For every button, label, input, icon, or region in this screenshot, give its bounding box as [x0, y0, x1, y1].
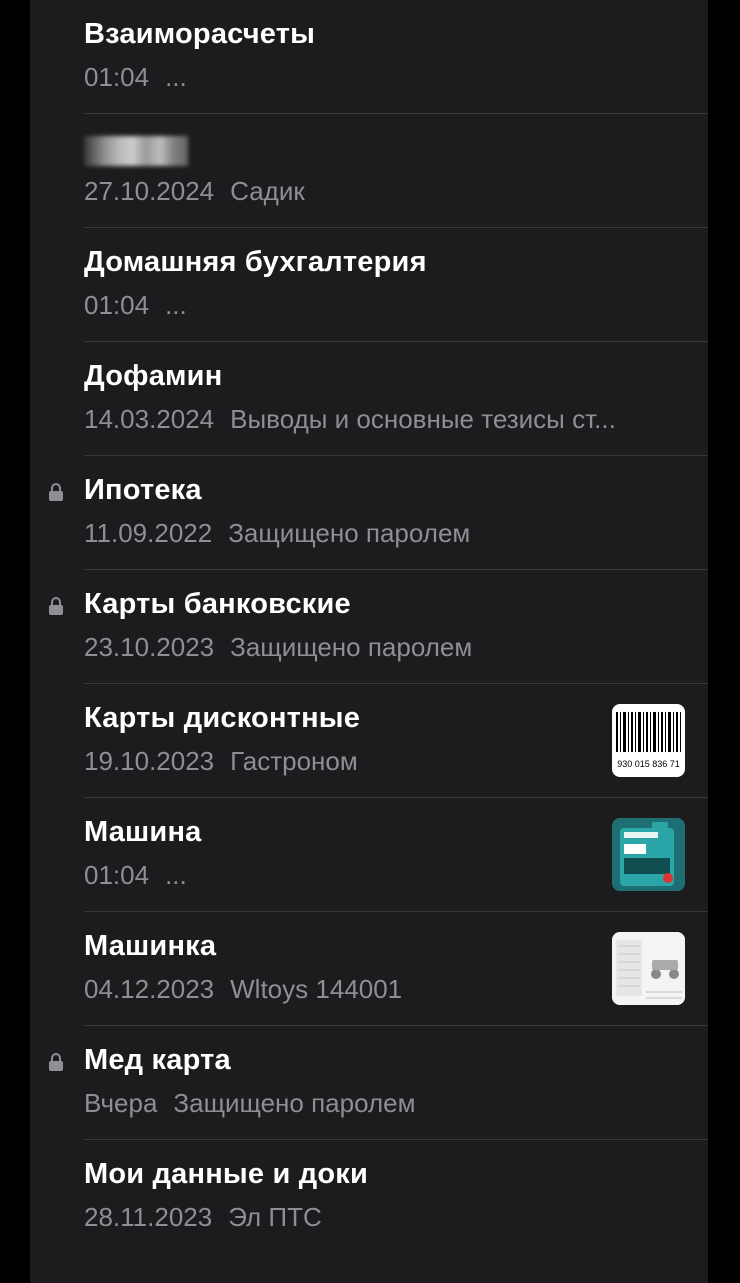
note-title: Машина	[84, 816, 202, 848]
note-row[interactable]: Ипотека 11.09.2022 Защищено паролем	[30, 456, 708, 570]
note-title: Взаиморасчеты	[84, 18, 316, 50]
barcode-icon: 930 015 836 71	[616, 712, 681, 769]
notes-list: Взаиморасчеты 01:04... 27.10.2024 Садик Д…	[30, 0, 708, 1283]
barcode-number: 930 015 836 71	[617, 759, 680, 769]
note-date: 27.10.2024	[84, 176, 215, 206]
note-row[interactable]: Домашняя бухгалтерия 01:04...	[30, 228, 708, 342]
note-date: 19.10.2023	[84, 746, 215, 776]
note-subtitle: 27.10.2024 Садик	[84, 176, 684, 207]
note-date: 28.11.2023	[84, 1202, 213, 1232]
note-date: 11.09.2022	[84, 518, 213, 548]
note-title: Мои данные и доки	[84, 1158, 369, 1190]
redacted-title	[84, 136, 188, 166]
note-preview: ...	[165, 290, 187, 320]
note-title: Карты дисконтные	[84, 702, 361, 734]
note-date: Вчера	[84, 1088, 158, 1118]
note-subtitle: 14.03.2024 Выводы и основные тезисы ст...	[84, 404, 684, 435]
note-subtitle: 28.11.2023 Эл ПТС	[84, 1202, 684, 1233]
lock-icon	[49, 1053, 63, 1071]
note-subtitle: 23.10.2023 Защищено паролем	[84, 632, 684, 663]
note-row[interactable]: Взаиморасчеты 01:04...	[30, 0, 708, 114]
oil-can-image	[612, 818, 685, 891]
barcode-thumbnail: 930 015 836 71	[612, 704, 685, 777]
note-subtitle: 11.09.2022 Защищено паролем	[84, 518, 684, 549]
note-preview: ...	[165, 860, 187, 890]
note-date: 14.03.2024	[84, 404, 215, 434]
note-title: Дофамин	[84, 360, 223, 392]
note-date: 04.12.2023	[84, 974, 215, 1004]
note-row[interactable]: Мед карта Вчера Защищено паролем	[30, 1026, 708, 1140]
note-preview: Эл ПТС	[228, 1202, 322, 1232]
note-row[interactable]: Карты банковские 23.10.2023 Защищено паро…	[30, 570, 708, 684]
lock-icon	[49, 483, 63, 501]
note-subtitle: 19.10.2023 Гастроном	[84, 746, 594, 777]
lock-icon	[49, 597, 63, 615]
note-date: 01:04	[84, 860, 150, 890]
note-preview: Защищено паролем	[230, 632, 473, 662]
note-preview: Защищено паролем	[228, 518, 471, 548]
note-title: Домашняя бухгалтерия	[84, 246, 427, 278]
note-preview: Выводы и основные тезисы ст...	[230, 404, 616, 434]
note-row[interactable]: 27.10.2024 Садик	[30, 114, 708, 228]
note-title: Мед карта	[84, 1044, 231, 1076]
note-row[interactable]: Мои данные и доки 28.11.2023 Эл ПТС	[30, 1140, 708, 1254]
note-row[interactable]: Дофамин 14.03.2024 Выводы и основные тези…	[30, 342, 708, 456]
note-row[interactable]: Машина 01:04...	[30, 798, 708, 912]
note-date: 01:04	[84, 62, 150, 92]
note-preview: ...	[165, 62, 187, 92]
note-preview: Защищено паролем	[173, 1088, 416, 1118]
rc-car-image	[612, 932, 685, 1005]
note-row[interactable]: Карты дисконтные 19.10.2023 Гастроном 93…	[30, 684, 708, 798]
note-preview: Садик	[230, 176, 305, 206]
note-preview: Wltoys 144001	[230, 974, 403, 1004]
note-date: 01:04	[84, 290, 150, 320]
note-date: 23.10.2023	[84, 632, 215, 662]
note-title: Машинка	[84, 930, 217, 962]
note-subtitle: Вчера Защищено паролем	[84, 1088, 684, 1119]
note-title: Ипотека	[84, 474, 202, 506]
note-subtitle: 01:04...	[84, 290, 684, 321]
note-subtitle: 01:04...	[84, 860, 594, 891]
note-preview: Гастроном	[230, 746, 358, 776]
note-subtitle: 04.12.2023 Wltoys 144001	[84, 974, 594, 1005]
note-subtitle: 01:04...	[84, 62, 684, 93]
manual-thumbnail	[612, 932, 685, 1005]
note-title: Карты банковские	[84, 588, 351, 620]
note-row[interactable]: Машинка 04.12.2023 Wltoys 144001	[30, 912, 708, 1026]
oil-can-thumbnail	[612, 818, 685, 891]
